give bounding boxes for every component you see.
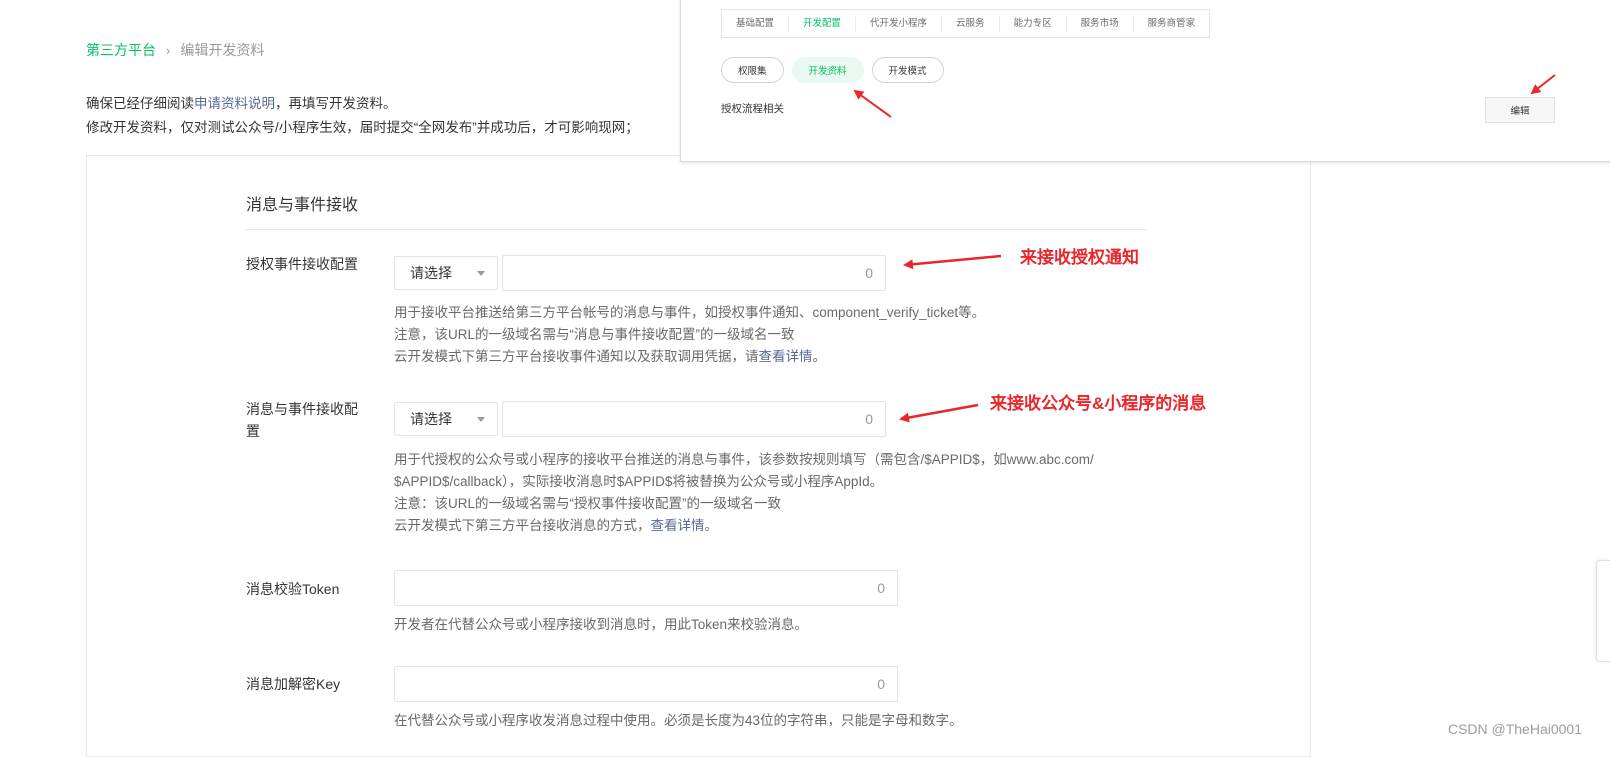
annotation-arrow [903, 254, 1002, 270]
annotation-arrow [1530, 74, 1556, 95]
annotation-arrow [853, 89, 892, 118]
side-floating-tab[interactable] [1596, 560, 1610, 662]
annotation-arrow [899, 403, 979, 423]
watermark: CSDN @TheHai0001 [1447, 721, 1582, 737]
annotation-arrows [853, 74, 1556, 423]
